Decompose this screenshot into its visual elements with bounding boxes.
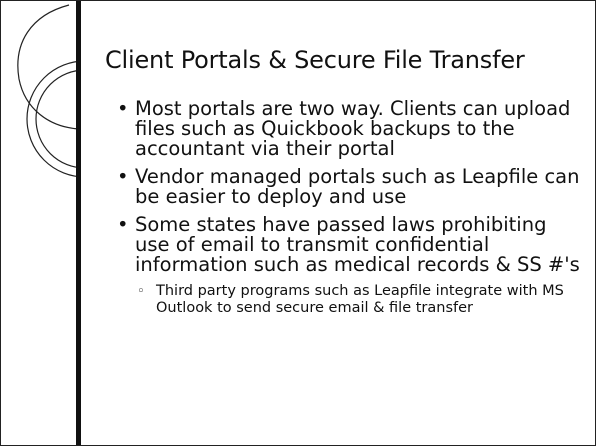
slide: Client Portals & Secure File Transfer Mo… (0, 0, 596, 446)
vertical-accent-bar (76, 1, 81, 445)
decorative-circles (17, 1, 121, 445)
sub-bullet-item: Third party programs such as Leapfile in… (133, 283, 587, 317)
bullet-item: Some states have passed laws prohibiting… (117, 215, 587, 275)
bullet-list: Most portals are two way. Clients can up… (117, 99, 587, 317)
bullet-item: Vendor managed portals such as Leapfile … (117, 167, 587, 207)
bullet-item: Most portals are two way. Clients can up… (117, 99, 587, 159)
slide-title: Client Portals & Secure File Transfer (105, 46, 525, 74)
